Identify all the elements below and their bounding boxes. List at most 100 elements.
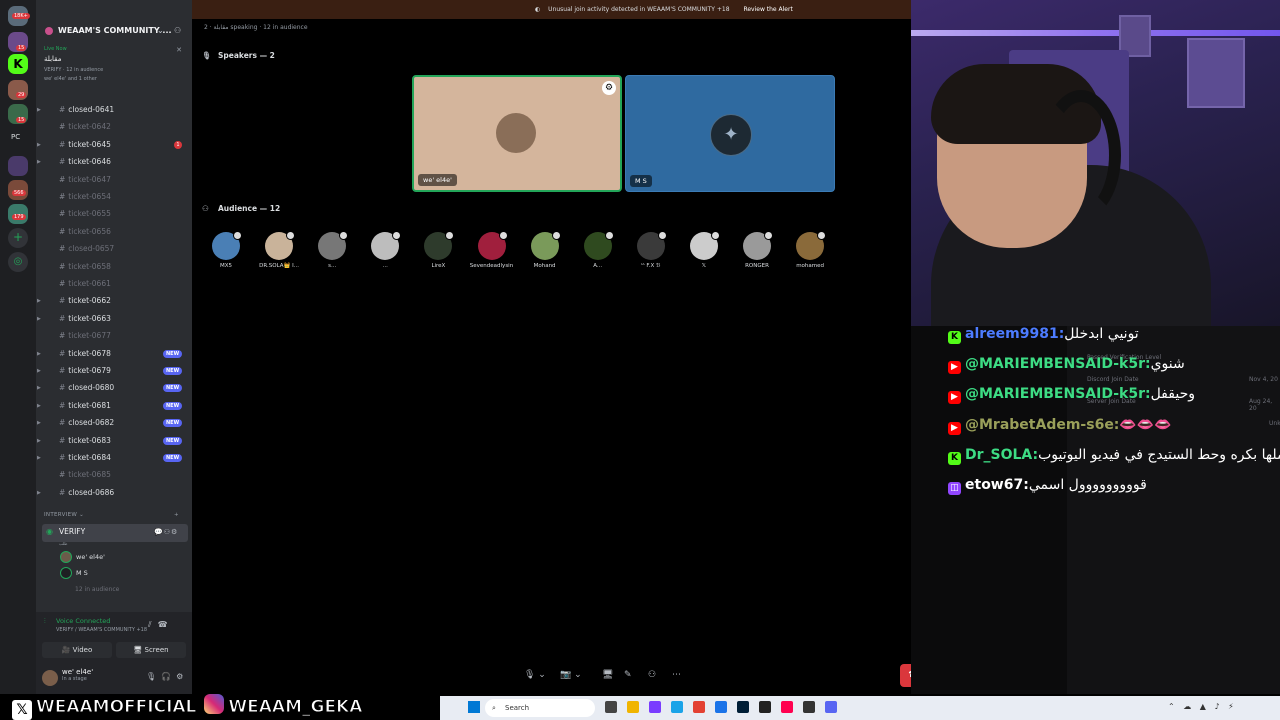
add-server-icon[interactable]: + xyxy=(8,228,28,248)
task-view-icon[interactable] xyxy=(605,701,617,713)
channel-item[interactable]: ▶ # closed-0686 xyxy=(36,485,192,501)
current-user[interactable]: we' el4e' In a stage 🎙🎧⚙ xyxy=(42,668,192,690)
audience-member[interactable]: MX5 xyxy=(200,231,252,269)
category-interview[interactable]: INTERVIEW ⌄ + xyxy=(44,512,179,518)
audience-member[interactable]: LireX xyxy=(412,231,464,269)
hash-icon: # xyxy=(59,279,66,288)
channel-item[interactable]: ▶ # ticket-0662 xyxy=(36,293,192,309)
settings-icon[interactable]: ⚙ xyxy=(602,81,616,95)
user-controls[interactable]: 🎙🎧⚙ xyxy=(146,672,188,681)
chrome-icon[interactable] xyxy=(693,701,705,713)
taskbar-search[interactable]: ⌕ Search xyxy=(485,699,595,717)
audience-member[interactable]: RONGER xyxy=(731,231,783,269)
voice-channel-tools[interactable]: 💬⚇⚙ xyxy=(154,524,178,540)
microphone-button[interactable]: 🎙 ⌄ xyxy=(524,664,546,686)
audience-member[interactable]: ... xyxy=(359,231,411,269)
audience-member[interactable]: Mohand xyxy=(519,231,571,269)
voice-audience-count[interactable]: 12 in audience xyxy=(60,584,119,596)
audience-count-label: 12 in audience xyxy=(75,586,120,593)
discord-icon[interactable] xyxy=(825,701,837,713)
channel-item[interactable]: # ticket-0647 xyxy=(36,172,192,188)
channel-item[interactable]: ▶ # ticket-0681 NEW xyxy=(36,398,192,414)
move-to-audience-icon[interactable]: ⚇ xyxy=(648,664,656,686)
voice-channel-verify[interactable]: ◉ VERIFY طلب 💬⚇⚙ xyxy=(42,524,188,546)
obs-icon[interactable] xyxy=(759,701,771,713)
channel-item[interactable]: ▶ # ticket-0645 1 xyxy=(36,137,192,153)
channel-item[interactable]: ▶ # ticket-0646 xyxy=(36,154,192,170)
mic-muted-icon xyxy=(339,231,349,240)
audience-header: ⚇ Audience — 12 xyxy=(202,204,280,213)
audience-member[interactable]: DR.SOLA👑 I... xyxy=(253,231,305,269)
audience-member[interactable]: mohamed xyxy=(784,231,836,269)
channel-name: closed-0641 xyxy=(68,105,115,114)
camera-button[interactable]: 📷 ⌄ xyxy=(560,664,582,686)
speaker-tile[interactable]: ⚙ we' el4e' xyxy=(412,75,622,192)
chevron-down-icon[interactable]: ⌄ xyxy=(157,22,164,40)
app-icon[interactable] xyxy=(649,701,661,713)
audience-member[interactable]: s... xyxy=(306,231,358,269)
channel-item[interactable]: ▶ # ticket-0663 xyxy=(36,311,192,327)
channel-item[interactable]: # ticket-0642 xyxy=(36,119,192,135)
voice-connected-status[interactable]: ⫶ Voice Connected VERIFY / WEAAM'S COMMU… xyxy=(44,617,147,633)
chevron-right-icon: ▶ xyxy=(37,420,41,427)
more-options-icon[interactable]: ⋯ xyxy=(672,664,681,686)
channel-item[interactable]: # closed-0657 xyxy=(36,241,192,257)
channel-item[interactable]: # ticket-0661 xyxy=(36,276,192,292)
hash-icon: # xyxy=(59,470,66,480)
system-tray[interactable]: ⌃ ☁ ▲ ♪ ⚡ xyxy=(1168,702,1237,711)
audience-member[interactable]: A... xyxy=(572,231,624,269)
rail-badge: 18K+ xyxy=(12,13,30,19)
live-stage-card[interactable]: Live Now مقابلة VERIFY · 12 in audience … xyxy=(44,46,184,98)
audience-member[interactable]: ᴵᴬ F.X ℬ xyxy=(625,231,677,269)
clock[interactable] xyxy=(1255,700,1257,707)
avatar xyxy=(318,231,349,260)
server-header[interactable]: WEAAM'S COMMUNITY ... ⌄ ⚇ xyxy=(36,22,192,40)
channel-item[interactable]: # ticket-0677 xyxy=(36,328,192,344)
raid-alert-banner: ◐ Unusual join activity detected in WEAA… xyxy=(192,0,911,19)
channel-item[interactable]: # ticket-0658 xyxy=(36,259,192,275)
premiere-icon[interactable] xyxy=(737,701,749,713)
audience-member-name: Mohand xyxy=(533,263,556,269)
video-button[interactable]: 🎥 Video xyxy=(42,642,112,658)
channel-item[interactable]: ▶ # closed-0682 NEW xyxy=(36,415,192,431)
audience-member[interactable]: Sevendeadlysin xyxy=(466,231,518,269)
channel-item[interactable]: ▶ # ticket-0678 NEW xyxy=(36,346,192,362)
activity-icon[interactable]: ✎ xyxy=(624,664,632,686)
edge-icon[interactable] xyxy=(671,701,683,713)
hash-icon: # xyxy=(59,105,66,114)
server-icon[interactable] xyxy=(8,156,28,176)
channel-item[interactable]: ▶ # ticket-0684 NEW xyxy=(36,450,192,466)
review-alert-button[interactable]: Review the Alert xyxy=(743,6,792,13)
channel-item[interactable]: ▶ # ticket-0679 NEW xyxy=(36,363,192,379)
channel-item[interactable]: # ticket-0685 xyxy=(36,467,192,483)
headphones-icon xyxy=(1041,90,1121,220)
rail-label[interactable]: PC xyxy=(11,133,20,141)
screen-share-button[interactable]: 🖥 Screen xyxy=(116,642,186,658)
voice-user[interactable]: M S xyxy=(56,566,88,580)
voice-user[interactable]: we' el4e' xyxy=(56,550,105,564)
channel-item[interactable]: # ticket-0654 xyxy=(36,189,192,205)
kick-server-icon[interactable]: K xyxy=(8,54,28,74)
audience-member-name: 𝕏 xyxy=(701,263,707,269)
app-icon[interactable] xyxy=(803,701,815,713)
channel-item[interactable]: ▶ # ticket-0683 NEW xyxy=(36,433,192,449)
voice-tools[interactable]: ⫽☎ xyxy=(148,620,174,630)
app-icon[interactable] xyxy=(715,701,727,713)
file-explorer-icon[interactable] xyxy=(627,701,639,713)
channel-item[interactable]: ▶ # closed-0641 xyxy=(36,102,192,118)
add-channel-icon[interactable]: + xyxy=(174,512,179,518)
speaker-tile[interactable]: ✦ M S xyxy=(625,75,835,192)
close-icon[interactable]: ✕ xyxy=(176,46,182,54)
explore-icon[interactable]: ◎ xyxy=(8,252,28,272)
speakers-label: Speakers — 2 xyxy=(218,51,275,60)
mic-muted-icon xyxy=(392,231,402,240)
windows-start-icon[interactable] xyxy=(468,701,480,713)
tiktok-icon[interactable] xyxy=(781,701,793,713)
channel-item[interactable]: # ticket-0655 xyxy=(36,206,192,222)
add-user-icon[interactable]: ⚇ xyxy=(174,22,181,40)
channel-item[interactable]: ▶ # closed-0680 NEW xyxy=(36,380,192,396)
avatar xyxy=(477,231,508,260)
screen-share-icon[interactable]: 🖥 xyxy=(602,664,613,686)
audience-member[interactable]: 𝕏 xyxy=(678,231,730,269)
channel-item[interactable]: # ticket-0656 xyxy=(36,224,192,240)
